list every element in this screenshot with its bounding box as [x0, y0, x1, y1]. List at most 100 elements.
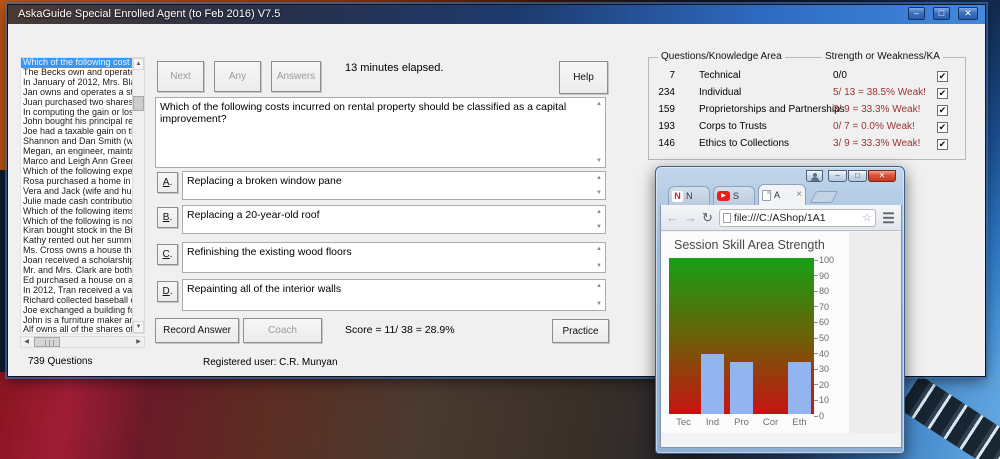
question-list-item[interactable]: Alf owns all of the shares of	[21, 325, 132, 333]
question-list-item[interactable]: Rosa purchased a home in	[21, 177, 132, 187]
menu-icon[interactable]: ☰	[881, 211, 896, 225]
ka-question-count: 234	[658, 87, 675, 98]
registered-user-label: Registered user: C.R. Munyan	[203, 357, 338, 368]
question-list-item[interactable]: Kiran bought stock in the Bi	[21, 226, 132, 236]
browser-tab[interactable]: A ×	[758, 184, 806, 205]
question-list-item[interactable]: Joe exchanged a building fo	[21, 306, 132, 316]
scroll-up-icon[interactable]: ▲	[594, 208, 604, 216]
question-list-item[interactable]: Mr. and Mrs. Clark are both	[21, 266, 132, 276]
ka-checkbox[interactable]: ✔	[937, 88, 948, 99]
scroll-up-icon[interactable]: ▲	[594, 245, 604, 253]
ka-area-name: Proprietorships and Partnerships	[699, 104, 845, 115]
scroll-right-icon[interactable]: ▶	[133, 337, 144, 347]
knowledge-area-row: 234 Individual 5/ 13 = 38.5% Weak! ✔	[649, 87, 967, 104]
ka-checkbox[interactable]: ✔	[937, 71, 948, 82]
browser-tab[interactable]: ▶ S	[713, 186, 755, 205]
question-list-hscrollbar[interactable]: ◀ ▶	[20, 336, 145, 348]
netflix-icon: N	[672, 190, 683, 202]
question-list-item[interactable]: Which of the following expe	[21, 167, 132, 177]
back-icon[interactable]: ←	[666, 211, 679, 224]
question-list-item[interactable]: Marco and Leigh Ann Green	[21, 157, 132, 167]
tick-label: 40	[819, 348, 830, 359]
scroll-down-icon[interactable]: ▼	[594, 189, 604, 197]
practice-button[interactable]: Practice	[552, 319, 609, 343]
question-list-item[interactable]: Vera and Jack (wife and hu	[21, 187, 132, 197]
question-list-item[interactable]: Juan purchased two shares	[21, 98, 132, 108]
vscroll-thumb[interactable]	[133, 96, 144, 111]
close-button[interactable]: ✕	[958, 7, 978, 20]
question-list-item[interactable]: In 2012, Tran received a va	[21, 286, 132, 296]
chart-x-axis: Tec Ind Pro Cor Eth	[669, 417, 814, 429]
scroll-up-icon[interactable]: ▲	[594, 100, 604, 108]
any-button[interactable]: Any	[214, 61, 261, 92]
answer-a-textbox[interactable]: Replacing a broken window pane ▲ ▼	[182, 171, 606, 200]
question-list-item[interactable]: Jan owns and operates a st	[21, 88, 132, 98]
answer-a-button[interactable]: A.	[157, 172, 178, 193]
question-list-item[interactable]: Ms. Cross owns a house tha	[21, 246, 132, 256]
answer-b-textbox[interactable]: Replacing a 20-year-old roof ▲ ▼	[182, 205, 606, 234]
tick-mark	[814, 306, 818, 308]
question-list-item[interactable]: John is a furniture maker an	[21, 316, 132, 326]
question-list-item[interactable]: Kathy rented out her summe	[21, 236, 132, 246]
ka-strength-value: 3/ 9 = 33.3% Weak!	[833, 138, 921, 149]
app-titlebar[interactable]: AskaGuide Special Enrolled Agent (to Feb…	[8, 5, 985, 24]
scroll-down-icon[interactable]: ▼	[133, 321, 144, 333]
answer-b-button[interactable]: B.	[157, 207, 178, 228]
tick-label: 90	[819, 270, 830, 281]
chart-y-axis: 100 90 80 70 60 50 40 30 20 10 0	[814, 255, 848, 421]
address-text[interactable]: file:///C:/AShop/1A1	[734, 212, 862, 224]
question-list-item[interactable]: Megan, an engineer, mainta	[21, 147, 132, 157]
question-list-vscrollbar[interactable]: ▲ ▼	[132, 57, 145, 334]
question-list-item[interactable]: Which of the following cost	[21, 58, 132, 68]
answer-d-textbox[interactable]: Repainting all of the interior walls ▲ ▼	[182, 279, 606, 311]
browser-tab[interactable]: NN	[668, 186, 710, 205]
scroll-up-icon[interactable]: ▲	[594, 174, 604, 182]
question-textbox[interactable]: Which of the following costs incurred on…	[155, 97, 606, 168]
browser-maximize-button[interactable]: □	[848, 170, 867, 182]
question-list-item[interactable]: Ed purchased a house on a	[21, 276, 132, 286]
scroll-down-icon[interactable]: ▼	[594, 223, 604, 231]
question-list-item[interactable]: Which of the following is no	[21, 217, 132, 227]
scroll-down-icon[interactable]: ▼	[594, 157, 604, 165]
answer-c-textbox[interactable]: Refinishing the existing wood floors ▲ ▼	[182, 242, 606, 273]
question-list-item[interactable]: The Becks own and operate	[21, 68, 132, 78]
forward-icon[interactable]: →	[684, 211, 697, 224]
maximize-button[interactable]: □	[933, 7, 950, 20]
scroll-down-icon[interactable]: ▼	[594, 300, 604, 308]
hscroll-thumb[interactable]	[34, 337, 60, 347]
browser-close-button[interactable]: ✕	[868, 170, 896, 182]
answer-d-button[interactable]: D.	[157, 281, 178, 302]
help-button[interactable]: Help	[559, 61, 608, 94]
question-list-item[interactable]: In computing the gain or los	[21, 108, 132, 118]
address-bar[interactable]: file:///C:/AShop/1A1 ☆	[718, 208, 876, 227]
question-list-item[interactable]: Joan received a scholarship	[21, 256, 132, 266]
question-list-item[interactable]: In January of 2012, Mrs. Bla	[21, 78, 132, 88]
ka-checkbox[interactable]: ✔	[937, 105, 948, 116]
scroll-left-icon[interactable]: ◀	[21, 337, 32, 347]
question-list-item[interactable]: John bought his principal re	[21, 117, 132, 127]
record-answer-button[interactable]: Record Answer	[155, 318, 239, 343]
new-tab-button[interactable]	[809, 191, 839, 203]
coach-button[interactable]: Coach	[243, 318, 322, 343]
scroll-up-icon[interactable]: ▲	[594, 282, 604, 290]
tab-close-icon[interactable]: ×	[796, 190, 802, 200]
question-list[interactable]: Which of the following cost The Becks own…	[20, 57, 132, 334]
ka-checkbox[interactable]: ✔	[937, 139, 948, 150]
scroll-up-icon[interactable]: ▲	[133, 58, 144, 70]
minimize-button[interactable]: –	[908, 7, 925, 20]
answer-c-button[interactable]: C.	[157, 244, 178, 265]
bookmark-star-icon[interactable]: ☆	[862, 211, 872, 224]
scroll-down-icon[interactable]: ▼	[594, 262, 604, 270]
question-list-item[interactable]: Joe had a taxable gain on th	[21, 127, 132, 137]
reload-icon[interactable]: ↻	[702, 211, 713, 224]
profile-avatar-button[interactable]	[806, 170, 823, 182]
ka-strength-value: 0/ 7 = 0.0% Weak!	[833, 121, 915, 132]
answers-button[interactable]: Answers	[271, 61, 321, 92]
browser-minimize-button[interactable]: –	[828, 170, 847, 182]
question-list-item[interactable]: Shannon and Dan Smith (w	[21, 137, 132, 147]
question-list-item[interactable]: Richard collected baseball c	[21, 296, 132, 306]
question-list-item[interactable]: Which of the following items	[21, 207, 132, 217]
question-list-item[interactable]: Julie made cash contribution	[21, 197, 132, 207]
ka-checkbox[interactable]: ✔	[937, 122, 948, 133]
next-button[interactable]: Next	[157, 61, 204, 92]
